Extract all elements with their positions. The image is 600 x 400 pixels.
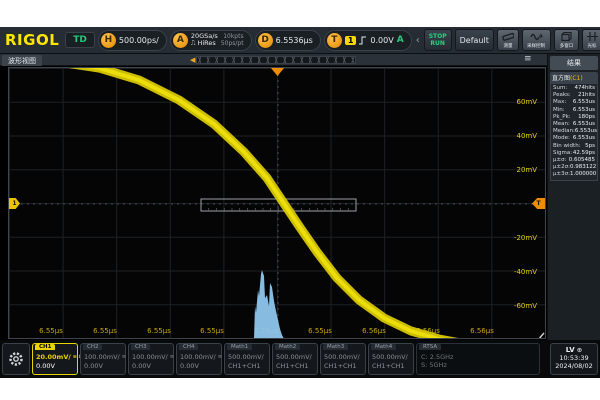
waveform-arrow-icon (530, 32, 543, 42)
stat-row: Min:6.553us (553, 107, 595, 114)
stat-row: Sigma:42.59ps (553, 150, 595, 157)
acquisition-knob-icon[interactable]: A (173, 33, 188, 48)
channel-box-ch2[interactable]: CH2 100.00mV/≡ 0.00V (80, 343, 126, 375)
clock-date: 2024/08/02 (551, 362, 597, 370)
top-toolbar: RIGOL TD H 500.00ps/ A 20GSa/s ⎍ HiRes 1… (0, 27, 600, 54)
trigger-control[interactable]: T 1 0.00V A (324, 30, 412, 51)
acquire-mode: ⎍ HiRes (191, 40, 218, 47)
cursor-button[interactable]: 光标 (582, 29, 600, 51)
trigger-level-value: 0.00V (370, 36, 393, 45)
cursor-crosshair-icon (587, 32, 598, 42)
channel-box-ch1[interactable]: CH1 20.00mV/≡Ω 0.00V (32, 343, 78, 375)
horizontal-scale-control[interactable]: H 500.00ps/ (98, 30, 167, 51)
rtsa-tab: RTSA (419, 344, 441, 350)
math-tab: Math2 (275, 344, 300, 350)
acquisition-control[interactable]: A 20GSa/s ⎍ HiRes 10kpts 50ps/pt (170, 30, 252, 51)
channel-bar: CH1 20.00mV/≡Ω 0.00V CH2 100.00mV/≡ 0.00… (0, 340, 600, 378)
view-tab-strip: 波形视图 ◀ ≡ (0, 54, 547, 66)
rtsa-center-freq: C: 2.5GHz (421, 353, 535, 361)
multi-window-label: 多窗口 (560, 42, 574, 48)
sample-control-button[interactable]: 采样控制 (522, 29, 551, 51)
lan-status-badge: LV (566, 346, 575, 354)
gear-icon (8, 351, 24, 367)
stat-row: Bin width:5ps (553, 143, 595, 150)
horizontal-knob-icon[interactable]: H (101, 33, 116, 48)
rtsa-box[interactable]: RTSA C: 2.5GHz S: 5GHz (416, 343, 540, 375)
trigger-source-badge: 1 (345, 36, 357, 45)
sample-resolution: 50ps/pt (221, 40, 244, 47)
delay-value: 6.5536µs (276, 36, 313, 45)
channel-box-ch4[interactable]: CH4 100.00mV/≡ 0.00V (176, 343, 222, 375)
measure-button[interactable]: 测量 (497, 29, 519, 51)
math-tab: Math3 (323, 344, 348, 350)
strip-menu-icon[interactable]: ≡ (524, 54, 532, 64)
math-tab: Math4 (371, 344, 396, 350)
math-box-math2[interactable]: Math2 500.00mV/ CH1+CH1 (272, 343, 318, 375)
bw-limit-icon: ≡ (218, 354, 222, 360)
stat-row: Sum:474hits (553, 85, 595, 92)
trigger-sweep-mode: A (397, 35, 404, 45)
default-button-label: Default (460, 36, 489, 45)
channel-tab: CH4 (179, 344, 198, 350)
bw-limit-icon: ≡ (122, 354, 126, 360)
stat-row: Median:6.553us (553, 128, 595, 135)
histogram-tab[interactable]: 直方图(C1) (550, 72, 598, 83)
math-tab: Math1 (227, 344, 252, 350)
histogram-stats-panel[interactable]: Sum:474hits Peaks:21hits Max:6.553us Min… (550, 83, 598, 181)
delay-knob-icon[interactable]: D (258, 33, 273, 48)
histogram-tab-source: (C1) (570, 75, 583, 82)
histogram-tab-label: 直方图 (552, 75, 570, 82)
channel-tab: CH3 (131, 344, 150, 350)
run-stop-label-run: RUN (430, 40, 445, 47)
settings-button[interactable] (2, 343, 30, 375)
bw-limit-icon: ≡ (170, 354, 174, 360)
waveform-area: 60mV 40mV 20mV -20mV -40mV -60mV 6.55µs … (0, 66, 547, 340)
stat-row: µ±σ:0.605485 (553, 157, 595, 164)
clock-time: 10:53:39 (551, 354, 597, 362)
default-button[interactable]: Default (455, 29, 494, 51)
tab-waveform-view[interactable]: 波形视图 (2, 55, 42, 66)
bw-limit-icon: ≡ (73, 354, 77, 360)
math-box-math1[interactable]: Math1 500.00mV/ CH1+CH1 (224, 343, 270, 375)
results-sidebar: 结果 直方图(C1) Sum:474hits Peaks:21hits Max:… (547, 54, 600, 340)
math-box-math3[interactable]: Math3 500.00mV/ CH1+CH1 (320, 343, 366, 375)
math-box-math4[interactable]: Math4 500.00mV/ CH1+CH1 (368, 343, 414, 375)
ruler-icon (502, 32, 514, 42)
network-icon: ⊕ (577, 346, 582, 354)
stat-row: Max:6.553us (553, 99, 595, 106)
oscilloscope-screen: RIGOL TD H 500.00ps/ A 20GSa/s ⎍ HiRes 1… (0, 27, 600, 378)
graticule[interactable]: 60mV 40mV 20mV -20mV -40mV -60mV 6.55µs … (8, 67, 546, 339)
toolbar-scroll-left-icon[interactable]: ‹ (415, 35, 421, 46)
trigger-status-badge: TD (65, 32, 95, 48)
measure-label: 测量 (503, 42, 512, 48)
channel-box-ch3[interactable]: CH3 100.00mV/≡ 0.00V (128, 343, 174, 375)
preview-position-icon[interactable]: ◀ (190, 56, 195, 64)
stat-row: Pk_Pk:180ps (553, 114, 595, 121)
memory-depth: 10kpts (221, 33, 244, 40)
rtsa-span: S: 5GHz (421, 361, 535, 369)
run-stop-label-stop: STOP (429, 33, 447, 40)
stat-row: Mean:6.553us (553, 121, 595, 128)
window-cube-icon (561, 32, 572, 42)
run-stop-button[interactable]: STOP RUN (424, 29, 452, 51)
trigger-knob-icon[interactable]: T (327, 33, 342, 48)
multi-window-button[interactable]: 多窗口 (554, 29, 579, 51)
sample-control-label: 采样控制 (527, 42, 545, 48)
channel-tab: CH1 (35, 344, 55, 350)
stat-row: µ±2σ:0.983122 (553, 164, 595, 171)
trigger-slope-icon (359, 36, 367, 45)
results-title: 结果 (550, 56, 598, 70)
stat-row: µ±3σ:1.000000 (553, 171, 595, 178)
memory-preview-bar[interactable] (196, 56, 356, 64)
cursor-label: 光标 (588, 42, 597, 48)
rigol-logo: RIGOL (2, 31, 62, 49)
stat-row: Peaks:21hits (553, 92, 595, 99)
delay-control[interactable]: D 6.5536µs (255, 30, 321, 51)
horizontal-scale-value: 500.00ps/ (119, 36, 159, 45)
waveform-svg (9, 68, 546, 339)
system-status-box[interactable]: LV ⊕ 10:53:39 2024/08/02 (550, 343, 598, 375)
stat-row: Mode:6.553us (553, 135, 595, 142)
channel-tab: CH2 (83, 344, 102, 350)
